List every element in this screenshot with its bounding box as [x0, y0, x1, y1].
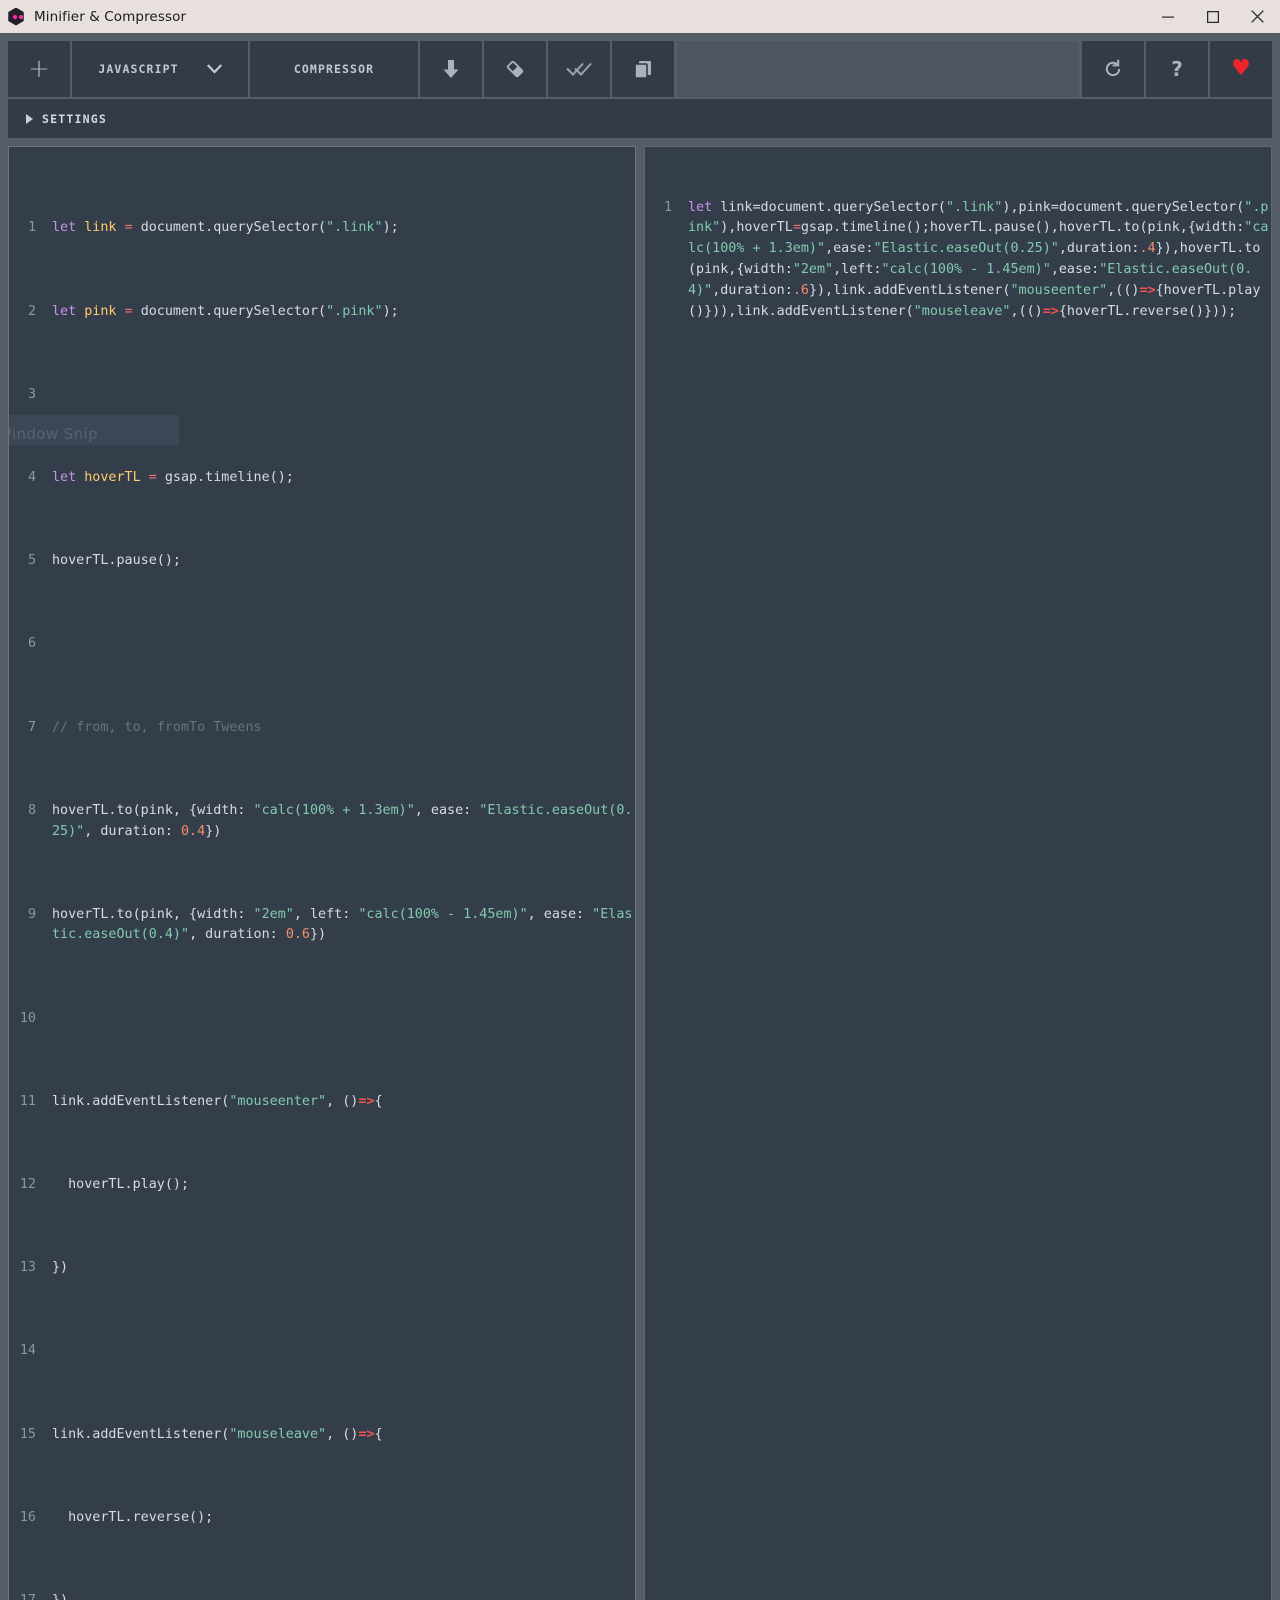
line-content: let link=document.querySelector(".link")… [688, 199, 1269, 319]
code-line: 13 }) [9, 1258, 635, 1279]
settings-bar[interactable]: SETTINGS [8, 99, 1272, 138]
double-check-icon [566, 62, 592, 76]
code-line: 8 hoverTL.to(pink, {width: "calc(100% + … [9, 801, 635, 843]
input-code[interactable]: 1 let link = document.querySelector(".li… [9, 156, 635, 1600]
line-number: 6 [27, 636, 36, 652]
settings-label: SETTINGS [42, 111, 107, 126]
minimize-icon [1161, 16, 1174, 18]
code-line: 17 }) [9, 1591, 635, 1600]
line-number: 5 [27, 553, 36, 569]
chevron-down-icon [206, 64, 222, 74]
editor-area: 1 let link = document.querySelector(".li… [8, 146, 1272, 1600]
window-controls [1145, 0, 1280, 33]
line-number: 14 [19, 1343, 36, 1359]
heart-icon: ♥ [1231, 56, 1251, 81]
maximize-button[interactable] [1190, 0, 1235, 33]
download-button[interactable] [420, 41, 482, 97]
main-toolbar: + JAVASCRIPT COMPRESSOR ? ♥ [8, 41, 1272, 97]
mode-label: COMPRESSOR [293, 62, 375, 76]
line-content: let hoverTL = gsap.timeline(); [52, 469, 294, 485]
code-line: 7 // from, to, fromTo Tweens [9, 718, 635, 739]
code-line: 16 hoverTL.reverse(); [9, 1508, 635, 1529]
line-content: hoverTL.to(pink, {width: "2em", left: "c… [52, 906, 633, 943]
copy-icon [634, 61, 651, 79]
triangle-right-icon [26, 113, 33, 124]
line-content: let pink = document.querySelector(".pink… [52, 303, 399, 319]
download-arrow-icon [443, 60, 459, 78]
title-bar: Minifier & Compressor [0, 0, 1280, 33]
code-line: 5 hoverTL.pause(); [9, 551, 635, 572]
question-mark-icon: ? [1171, 57, 1183, 81]
line-number: 8 [27, 802, 36, 818]
line-content: let link = document.querySelector(".link… [52, 220, 399, 236]
line-content [47, 385, 635, 406]
line-number: 12 [19, 1177, 36, 1193]
code-line: 1 let link = document.querySelector(".li… [9, 218, 635, 239]
application-window: Minifier & Compressor + JAVASCRIPT COMPR… [0, 0, 1280, 1600]
line-content [47, 1341, 635, 1362]
code-line: 4 let hoverTL = gsap.timeline(); [9, 468, 635, 489]
line-content: }) [47, 1591, 635, 1600]
line-content: hoverTL.to(pink, {width: "calc(100% + 1.… [52, 802, 633, 839]
line-content [47, 1009, 635, 1030]
line-number: 3 [27, 386, 36, 402]
line-number: 2 [27, 303, 36, 319]
line-number: 1 [27, 220, 36, 236]
line-content: }) [52, 1260, 69, 1276]
window-body: + JAVASCRIPT COMPRESSOR ? ♥ SETTINGS 1 l… [0, 33, 1280, 1600]
minimize-button[interactable] [1145, 0, 1190, 33]
add-button[interactable]: + [8, 41, 70, 97]
eraser-icon [506, 60, 524, 78]
line-number: 1 [663, 199, 672, 215]
code-line: 14 [9, 1341, 635, 1362]
language-selector[interactable]: JAVASCRIPT [72, 41, 248, 97]
language-label: JAVASCRIPT [98, 62, 179, 76]
code-line: 2 let pink = document.querySelector(".pi… [9, 302, 635, 323]
line-content: hoverTL.play(); [52, 1177, 190, 1193]
mode-button[interactable]: COMPRESSOR [250, 41, 418, 97]
code-line: 11 link.addEventListener("mouseenter", (… [9, 1092, 635, 1113]
line-number: 10 [19, 1010, 36, 1026]
donate-button[interactable]: ♥ [1210, 41, 1272, 97]
line-content [47, 634, 635, 655]
line-content: link.addEventListener("mouseleave", ()=>… [52, 1426, 383, 1442]
line-number: 17 [9, 1591, 47, 1600]
code-line: 1 let link=document.querySelector(".link… [645, 198, 1271, 323]
line-content: hoverTL.pause(); [52, 553, 181, 569]
maximize-icon [1206, 10, 1219, 23]
line-number: 13 [19, 1260, 36, 1276]
code-line: 10 [9, 1009, 635, 1030]
line-content: link.addEventListener("mouseenter", ()=>… [52, 1093, 383, 1109]
line-number: 7 [27, 719, 36, 735]
refresh-icon [1105, 59, 1121, 77]
code-line: 3 [9, 385, 635, 406]
plus-icon: + [28, 54, 50, 84]
line-number: 16 [19, 1509, 36, 1525]
line-content: hoverTL.reverse(); [52, 1509, 214, 1525]
clear-button[interactable] [484, 41, 546, 97]
copy-button[interactable] [612, 41, 674, 97]
line-number: 4 [27, 469, 36, 485]
line-number: 9 [27, 906, 36, 922]
toolbar-filler [677, 41, 1079, 97]
close-icon [1251, 10, 1264, 23]
line-number: 15 [19, 1426, 36, 1442]
help-button[interactable]: ? [1146, 41, 1208, 97]
line-number: 11 [19, 1093, 36, 1109]
hexagon-logo-icon [7, 7, 25, 26]
output-code[interactable]: 1 let link=document.querySelector(".link… [645, 156, 1271, 364]
code-line: 9 hoverTL.to(pink, {width: "2em", left: … [9, 905, 635, 947]
code-line: 6 [9, 634, 635, 655]
output-editor[interactable]: 1 let link=document.querySelector(".link… [644, 146, 1272, 1600]
code-line: 12 hoverTL.play(); [9, 1175, 635, 1196]
select-all-button[interactable] [548, 41, 610, 97]
code-line: 15 link.addEventListener("mouseleave", (… [9, 1425, 635, 1446]
input-editor[interactable]: 1 let link = document.querySelector(".li… [8, 146, 636, 1600]
close-button[interactable] [1235, 0, 1280, 33]
window-title: Minifier & Compressor [34, 8, 187, 25]
refresh-button[interactable] [1082, 41, 1144, 97]
line-content: // from, to, fromTo Tweens [52, 719, 262, 735]
